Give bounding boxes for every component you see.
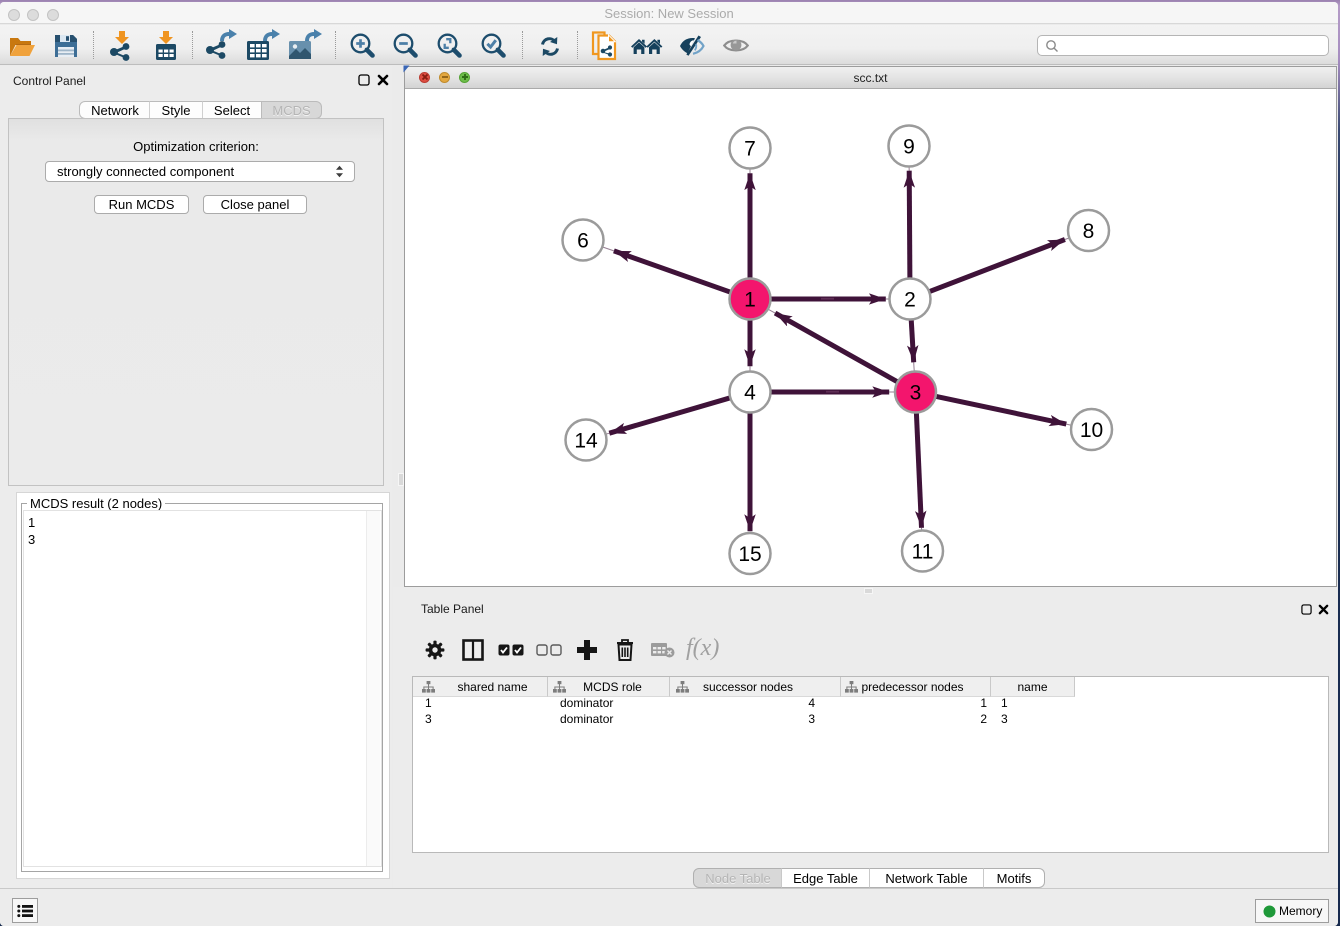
svg-text:11: 11: [912, 541, 934, 564]
svg-text:10: 10: [1080, 419, 1103, 442]
svg-text:7: 7: [744, 138, 756, 161]
svg-text:3: 3: [910, 382, 922, 405]
svg-text:2: 2: [904, 289, 916, 312]
svg-text:14: 14: [574, 430, 598, 453]
svg-text:15: 15: [738, 543, 761, 566]
svg-text:8: 8: [1083, 220, 1095, 243]
svg-text:9: 9: [903, 136, 915, 159]
svg-text:4: 4: [744, 382, 756, 405]
svg-text:1: 1: [744, 289, 756, 312]
svg-text:6: 6: [577, 230, 589, 253]
